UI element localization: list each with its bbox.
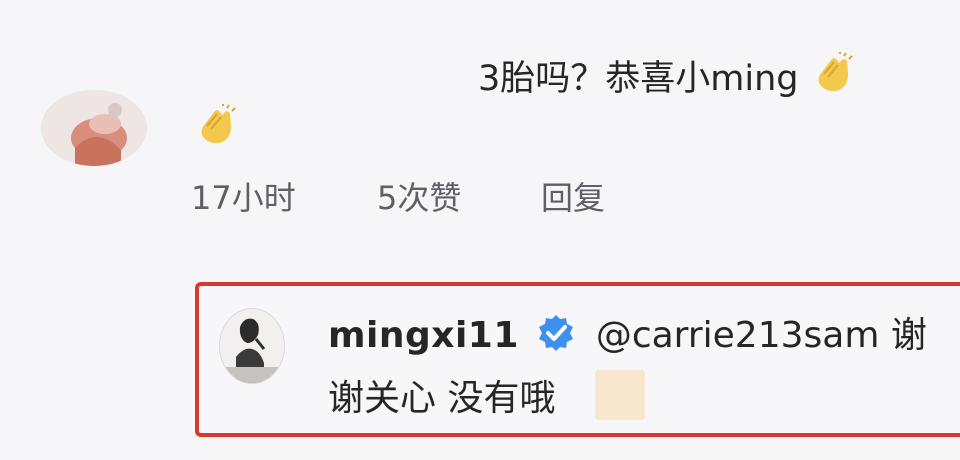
reply-text-content: 谢关心 没有哦 [328,378,556,419]
avatar[interactable] [41,90,147,166]
comment-time: 17小时 [191,179,296,217]
reply-button[interactable]: 回复 [541,176,605,220]
reply-header: mingxi11 @carrie213sam 谢 [328,312,927,360]
comment-meta: 17小时 5次赞 回复 [191,176,605,220]
reply-text: 谢关心 没有哦 [328,370,646,423]
comment-text-line2 [193,103,237,155]
emoji-icon [595,370,646,420]
mention-link[interactable]: @carrie213sam 谢 [596,315,927,356]
comment-item: 3胎吗？恭喜小ming 17小时 5次赞 回复 [0,0,960,240]
clapping-hands-icon [193,103,237,148]
comment-text-content: 3胎吗？恭喜小ming [478,59,799,99]
clapping-hands-icon [810,51,854,96]
username[interactable]: mingxi11 [328,315,519,356]
like-count[interactable]: 5次赞 [377,176,541,220]
avatar[interactable] [219,308,285,384]
avatar-image [220,309,284,383]
verified-badge-icon [536,313,576,353]
highlighted-reply: mingxi11 @carrie213sam 谢 谢关心 没有哦 [195,282,960,437]
comment-text: 3胎吗？恭喜小ming [478,51,854,103]
avatar-image [41,90,147,166]
